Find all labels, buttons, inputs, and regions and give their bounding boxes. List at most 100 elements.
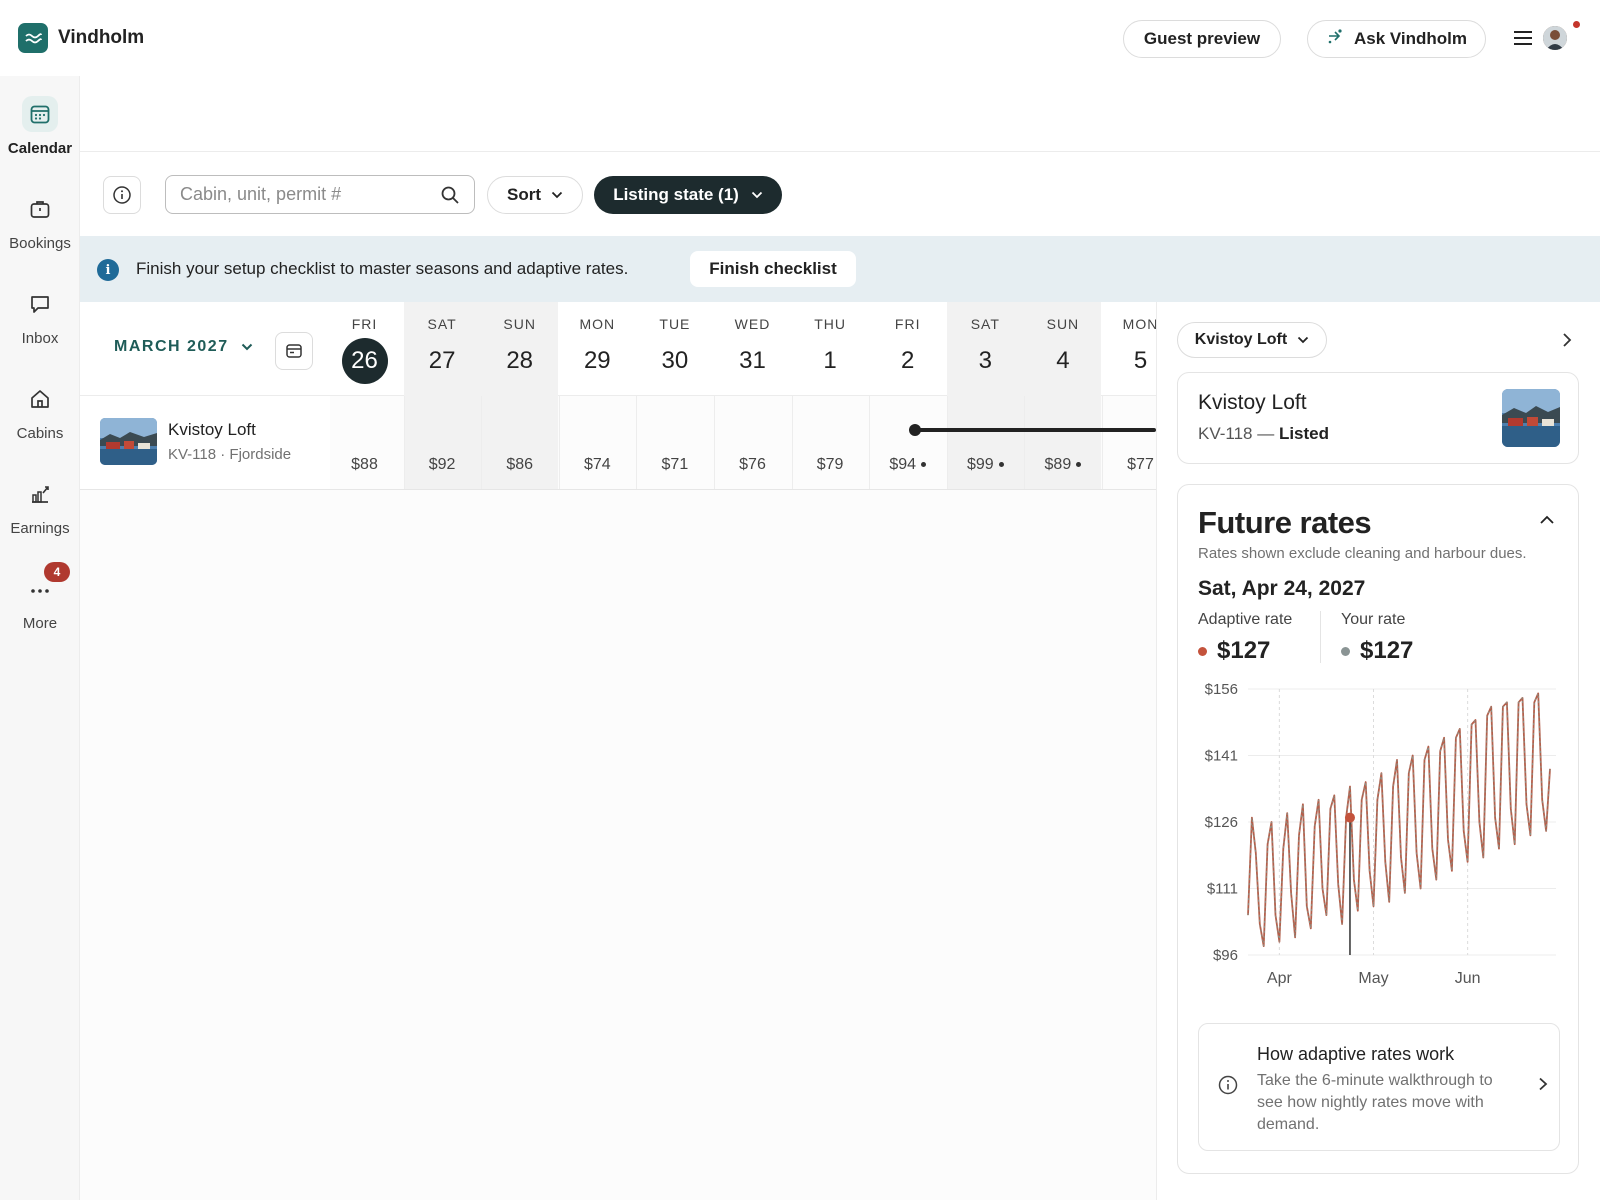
sidebar-item-inbox[interactable]: Inbox <box>0 286 80 347</box>
info-icon <box>113 186 131 204</box>
calendar-icon <box>22 96 58 132</box>
booking-bar[interactable] <box>915 428 1156 432</box>
hamburger-menu-icon[interactable] <box>1513 30 1533 46</box>
day-name: SUN <box>503 316 536 332</box>
finish-checklist-button[interactable]: Finish checklist <box>690 251 856 287</box>
day-name: SAT <box>970 316 1000 332</box>
day-price: $74 <box>559 456 636 474</box>
how-text: Take the 6-minute walkthrough to see how… <box>1257 1072 1493 1133</box>
column-divider <box>558 396 560 490</box>
x-tick-label: Apr <box>1267 970 1293 987</box>
your-rate-value: $127 <box>1360 637 1414 664</box>
info-icon: i <box>97 259 119 281</box>
day-column[interactable]: THU 1 $79 <box>792 302 869 490</box>
day-column[interactable]: SAT 3 $99 <box>946 302 1024 490</box>
search-input[interactable] <box>180 184 440 205</box>
listing-code: KV-118 — <box>1198 424 1279 443</box>
chevron-right-icon[interactable] <box>1557 330 1577 350</box>
sort-button[interactable]: Sort <box>487 176 583 214</box>
listing-status: Listed <box>1278 424 1330 443</box>
divider <box>80 151 1600 152</box>
sidebar-item-calendar[interactable]: Calendar <box>0 96 80 157</box>
day-price-value: $71 <box>661 456 689 473</box>
day-column[interactable]: SAT 27 $92 <box>403 302 481 490</box>
y-tick-label: $126 <box>1205 814 1238 831</box>
listing-selector[interactable]: Kvistoy Loft <box>1177 322 1327 358</box>
listing-cell[interactable]: Kvistoy Loft KV-118 · Fjordside <box>80 396 330 489</box>
day-name: TUE <box>659 316 691 332</box>
listing-selector-label: Kvistoy Loft <box>1194 331 1288 348</box>
day-column[interactable]: SUN 28 $86 <box>481 302 559 490</box>
booking-start-marker <box>909 424 921 436</box>
day-price: $76 <box>714 456 791 474</box>
more-badge: 4 <box>44 562 70 582</box>
guest-preview-label: Guest preview <box>1143 29 1261 48</box>
how-adaptive-rates-card[interactable]: How adaptive rates work Take the 6-minut… <box>1198 1023 1560 1151</box>
day-column[interactable]: FRI 26 $88 <box>326 302 403 490</box>
sidebar-item-earnings[interactable]: Earnings <box>0 476 80 537</box>
month-label: MARCH 2027 <box>114 338 229 355</box>
day-column[interactable]: SUN 4 $89 <box>1024 302 1102 490</box>
day-name: MON <box>1122 316 1156 332</box>
calendar-grid: FRI 26 $88 SAT 27 $92 SUN 28 $86 MON 29 $74 TUE 30 $71… <box>80 302 1156 1200</box>
future-rates-card: Future rates Rates shown exclude cleanin… <box>1177 484 1579 1174</box>
row-divider <box>80 489 1156 490</box>
column-divider <box>869 396 871 490</box>
listing-card-title: Kvistoy Loft <box>1198 391 1307 414</box>
listing-state-filter[interactable]: Listing state (1) <box>594 176 782 214</box>
search-icon[interactable] <box>440 185 460 205</box>
x-tick-label: Jun <box>1455 970 1481 987</box>
adaptive-rate-label: Adaptive rate <box>1198 611 1293 628</box>
price-dot <box>921 462 927 468</box>
day-column[interactable]: FRI 2 $94 <box>869 302 946 490</box>
adaptive-rate: Adaptive rate $127 <box>1198 611 1292 665</box>
sidebar-item-bookings[interactable]: Bookings <box>0 191 80 252</box>
day-column[interactable]: MON 5 $77 <box>1102 302 1156 490</box>
info-button[interactable] <box>103 176 141 214</box>
day-column[interactable]: TUE 30 $71 <box>636 302 713 490</box>
selected-point <box>1344 812 1355 823</box>
listing-name: Kvistoy Loft <box>168 420 256 439</box>
sidebar: Calendar Bookings Inbox Cabins Earnings … <box>0 76 80 1200</box>
listing-card[interactable]: Kvistoy Loft KV-118 — Listed <box>1177 372 1579 464</box>
day-price: $86 <box>481 456 558 474</box>
day-number: 5 <box>1133 347 1148 374</box>
chart-icon <box>22 476 58 512</box>
banner-text: Finish your setup checklist to master se… <box>136 259 629 278</box>
sidebar-item-cabins[interactable]: Cabins <box>0 381 80 442</box>
listing-photo <box>1502 389 1560 447</box>
brand[interactable]: Vindholm <box>18 23 144 53</box>
day-price: $92 <box>404 456 481 474</box>
future-rates-chart[interactable]: $156 $141 $126 $111 $96 Apr May Jun <box>1178 675 1578 995</box>
day-price-value: $79 <box>816 456 844 473</box>
listing-state-label: Listing state (1) <box>613 185 739 204</box>
day-price-value: $99 <box>966 456 994 473</box>
logo-icon <box>18 23 48 53</box>
day-price: $99 <box>947 456 1024 474</box>
day-column[interactable]: WED 31 $76 <box>714 302 791 490</box>
month-selector[interactable]: MARCH 2027 <box>114 338 253 356</box>
date-picker-button[interactable] <box>275 332 313 370</box>
sort-label: Sort <box>507 185 541 204</box>
search-box <box>165 175 475 214</box>
day-price-value: $86 <box>506 456 534 473</box>
ask-label: Ask Vindholm <box>1353 29 1468 48</box>
sparkle-icon <box>1326 28 1344 51</box>
day-name: SAT <box>427 316 457 332</box>
column-divider <box>714 396 715 490</box>
chevron-up-icon[interactable] <box>1538 511 1556 529</box>
adaptive-rate-dot <box>1198 646 1207 656</box>
ask-button[interactable]: Ask Vindholm <box>1307 20 1486 58</box>
guest-preview-button[interactable]: Guest preview <box>1123 20 1281 58</box>
avatar[interactable] <box>1543 26 1567 50</box>
calendar-icon <box>286 344 302 358</box>
your-rate-label: Your rate <box>1341 611 1406 628</box>
day-price-value: $92 <box>428 456 456 473</box>
day-price: $88 <box>326 456 403 474</box>
rate-series-line <box>1247 692 1551 947</box>
day-number: 29 <box>583 347 611 374</box>
day-column[interactable]: MON 29 $74 <box>559 302 636 490</box>
x-tick-label: May <box>1358 970 1388 987</box>
day-name: THU <box>814 316 846 332</box>
sidebar-item-more[interactable]: 4 More <box>0 562 80 632</box>
